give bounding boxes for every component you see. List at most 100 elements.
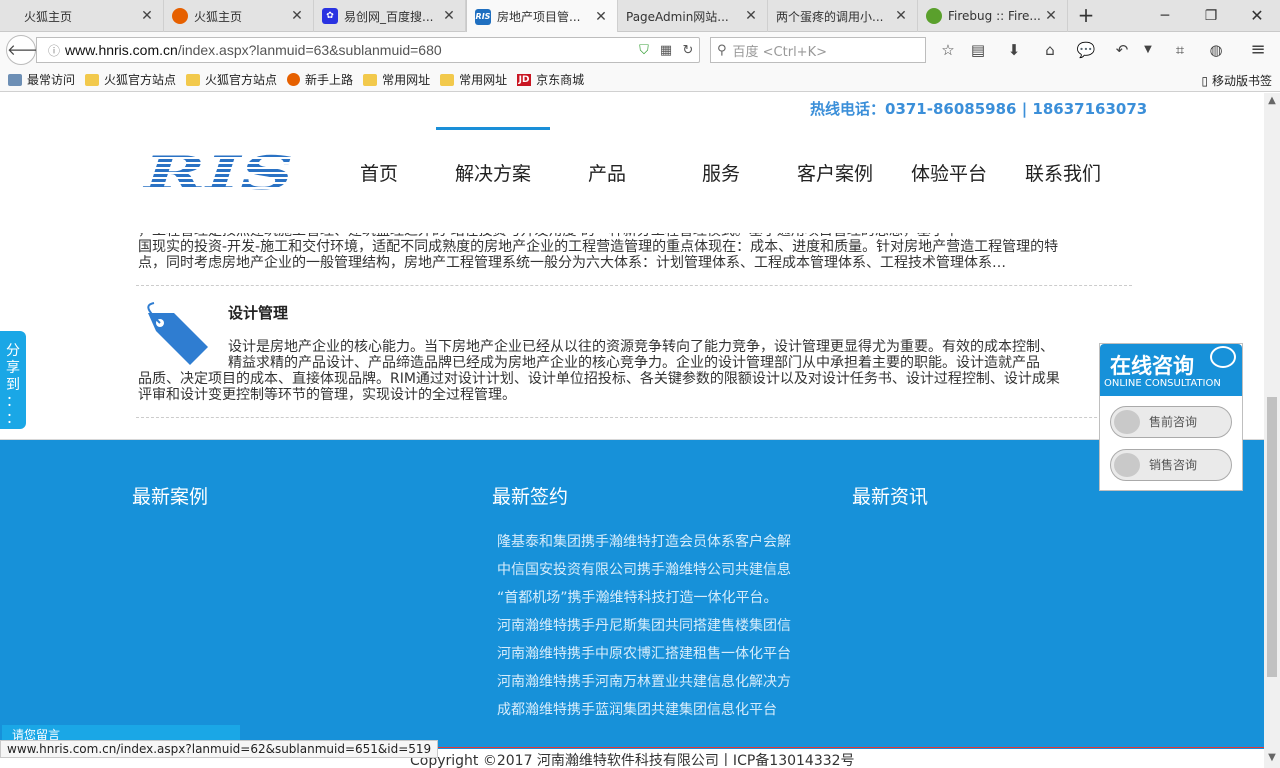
signing-link[interactable]: 中信国安投资有限公司携手瀚维特公司共建信息 bbox=[497, 560, 791, 588]
folder-icon bbox=[363, 73, 378, 86]
nav-cases[interactable]: 客户案例 bbox=[778, 127, 892, 221]
bookmark-folder[interactable]: 火狐官方站点 bbox=[186, 71, 277, 88]
url-bar[interactable]: ⓘ www.hnris.com.cn/index.aspx?lanmuid=63… bbox=[36, 37, 700, 63]
reload-icon[interactable]: ↻ bbox=[677, 43, 699, 58]
chat-icon[interactable]: 💬 bbox=[1072, 37, 1100, 63]
footer-latest-news-title: 最新资讯 bbox=[852, 486, 929, 508]
nav-home[interactable]: 首页 bbox=[322, 127, 436, 221]
tab-firefox-home-2[interactable]: 火狐主页 ✕ bbox=[164, 0, 314, 32]
nav-contact[interactable]: 联系我们 bbox=[1006, 127, 1120, 221]
nav-services[interactable]: 服务 bbox=[664, 127, 778, 221]
url-text[interactable]: www.hnris.com.cn/index.aspx?lanmuid=63&s… bbox=[65, 42, 633, 58]
bookmark-folder[interactable]: 常用网址 bbox=[440, 71, 507, 88]
ris-logo[interactable]: RIS bbox=[140, 149, 300, 195]
undo-icon[interactable]: ↶ bbox=[1108, 37, 1136, 63]
tab-title: 火狐主页 bbox=[194, 9, 243, 24]
shield-icon[interactable]: ⛉ bbox=[633, 43, 655, 58]
bookmark-folder[interactable]: 火狐官方站点 bbox=[85, 71, 176, 88]
tab-title: 两个蛋疼的调用小... bbox=[776, 9, 884, 24]
article-line: 评审和设计变更控制等环节的管理，实现设计的全过程管理。 bbox=[138, 387, 516, 403]
download-icon[interactable]: ⬇ bbox=[1000, 37, 1028, 63]
bookmark-label: 最常访问 bbox=[27, 73, 76, 87]
bookmark-getting-started[interactable]: 新手上路 bbox=[287, 71, 353, 88]
nav-products[interactable]: 产品 bbox=[550, 127, 664, 221]
menu-icon[interactable]: ≡ bbox=[1244, 37, 1272, 63]
scroll-thumb[interactable] bbox=[1267, 397, 1277, 677]
close-icon[interactable]: ✕ bbox=[893, 8, 909, 24]
tab-pageadmin[interactable]: PageAdmin网站... ✕ bbox=[618, 0, 768, 32]
signing-link[interactable]: 成都瀚维特携手蓝润集团共建集团信息化平台 bbox=[497, 700, 791, 728]
close-icon[interactable]: ✕ bbox=[1043, 8, 1059, 24]
excerpt-line: 国现实的投资-开发-施工和交付环境，适配不同成熟度的房地产企业的工程营造管理的重… bbox=[138, 239, 1059, 255]
home-icon[interactable]: ⌂ bbox=[1036, 37, 1064, 63]
bookmark-label: 火狐官方站点 bbox=[104, 73, 177, 87]
mobile-bookmarks[interactable]: ▯ 移动版书签 bbox=[1202, 72, 1272, 89]
search-icon: ⚲ bbox=[717, 42, 727, 58]
signing-link[interactable]: “首都机场”携手瀚维特科技打造一体化平台。 bbox=[497, 588, 791, 616]
qq-icon bbox=[1114, 453, 1140, 477]
sales-label: 销售咨询 bbox=[1149, 458, 1198, 472]
close-window-button[interactable]: ✕ bbox=[1234, 4, 1280, 28]
sales-consult-button[interactable]: 销售咨询 bbox=[1110, 449, 1232, 481]
new-tab-button[interactable]: + bbox=[1074, 5, 1098, 26]
article-line: 品质、决定项目的成本、直接体现品牌。RIM通过对设计计划、设计单位招投标、各关键… bbox=[138, 371, 1060, 387]
close-icon[interactable]: ✕ bbox=[139, 8, 155, 24]
globe-icon[interactable]: ◍ bbox=[1202, 37, 1230, 63]
folder-icon bbox=[85, 73, 100, 86]
url-path: /index.aspx?lanmuid=63&sublanmuid=680 bbox=[177, 42, 442, 58]
ris-icon: RIS bbox=[475, 8, 491, 25]
consult-header: 在线咨询 ONLINE CONSULTATION bbox=[1100, 344, 1242, 396]
tab-active-ris[interactable]: RIS 房地产项目管... ✕ bbox=[466, 0, 618, 33]
tab-title: 易创网_百度搜... bbox=[344, 9, 434, 24]
close-icon[interactable]: ✕ bbox=[441, 8, 457, 24]
chevron-down-icon[interactable]: ▼ bbox=[1134, 37, 1162, 63]
nav-solutions[interactable]: 解决方案 bbox=[436, 127, 550, 221]
restore-button[interactable]: ❐ bbox=[1188, 4, 1234, 28]
signing-link[interactable]: 河南瀚维特携手丹尼斯集团共同搭建售楼集团信 bbox=[497, 616, 791, 644]
tab-firebug[interactable]: Firebug :: Fire... ✕ bbox=[918, 0, 1068, 32]
tab-baidu-search[interactable]: ✿ 易创网_百度搜... ✕ bbox=[314, 0, 466, 32]
bookmark-most-visited[interactable]: 最常访问 bbox=[8, 71, 75, 88]
article-title-design[interactable]: 设计管理 bbox=[228, 302, 288, 323]
share-tab[interactable]: 分 享 到 ： ： bbox=[0, 331, 26, 429]
crop-icon[interactable]: ⌗ bbox=[1166, 37, 1194, 63]
most-visited-icon bbox=[8, 73, 22, 86]
close-icon[interactable]: ✕ bbox=[593, 9, 609, 25]
share-char: 到 bbox=[6, 377, 20, 393]
tab-bar: 火狐主页 ✕ 火狐主页 ✕ ✿ 易创网_百度搜... ✕ RIS 房地产项目管.… bbox=[0, 0, 1280, 33]
back-button[interactable]: 🡐 bbox=[6, 35, 47, 65]
folder-icon bbox=[440, 73, 455, 86]
tab-blog[interactable]: 两个蛋疼的调用小... ✕ bbox=[768, 0, 918, 32]
close-icon[interactable]: ✕ bbox=[743, 8, 759, 24]
firebug-icon bbox=[926, 8, 942, 24]
bookmark-jd[interactable]: JD 京东商城 bbox=[517, 71, 584, 88]
bookmark-star-icon[interactable]: ☆ bbox=[934, 37, 962, 63]
bookmark-label: 京东商城 bbox=[536, 73, 585, 87]
qr-code-icon[interactable]: ▦ bbox=[655, 43, 677, 58]
tab-firefox-home-1[interactable]: 火狐主页 ✕ bbox=[0, 0, 164, 32]
mobile-phone-icon: ▯ bbox=[1201, 74, 1209, 88]
signing-link[interactable]: 河南瀚维特携手河南万林置业共建信息化解决方 bbox=[497, 672, 791, 700]
minimize-button[interactable]: ─ bbox=[1142, 4, 1188, 28]
signing-link[interactable]: 隆基泰和集团携手瀚维特打造会员体系客户会解 bbox=[497, 532, 791, 560]
divider bbox=[136, 285, 1132, 286]
bookmark-label: 新手上路 bbox=[305, 73, 354, 87]
scroll-down-arrow[interactable]: ▼ bbox=[1264, 752, 1280, 766]
info-icon[interactable]: ⓘ bbox=[43, 42, 65, 59]
share-char: 分 bbox=[6, 343, 20, 359]
copyright-text: Copyright ©2017 河南瀚维特软件科技有限公司丨ICP备130143… bbox=[410, 753, 855, 768]
baidu-paw-icon: ✿ bbox=[322, 8, 338, 24]
tab-title: 火狐主页 bbox=[24, 9, 73, 24]
reading-list-icon[interactable]: ▤ bbox=[964, 37, 992, 63]
nav-demo-platform[interactable]: 体验平台 bbox=[892, 127, 1006, 221]
footer-latest-signings-title: 最新签约 bbox=[492, 486, 569, 508]
presale-consult-button[interactable]: 售前咨询 bbox=[1110, 406, 1232, 438]
scroll-up-arrow[interactable]: ▲ bbox=[1264, 95, 1280, 109]
page-scrollbar[interactable]: ▲ ▼ bbox=[1264, 93, 1280, 768]
hotline: 热线电话：0371-86085986 | 18637163073 bbox=[810, 100, 1148, 118]
bookmark-folder[interactable]: 常用网址 bbox=[363, 71, 430, 88]
close-icon[interactable]: ✕ bbox=[289, 8, 305, 24]
signing-link[interactable]: 河南瀚维特携手中原农博汇搭建租售一体化平台 bbox=[497, 644, 791, 672]
search-bar[interactable]: ⚲ 百度 <Ctrl+K> bbox=[710, 37, 926, 63]
bookmark-label: 常用网址 bbox=[459, 73, 508, 87]
